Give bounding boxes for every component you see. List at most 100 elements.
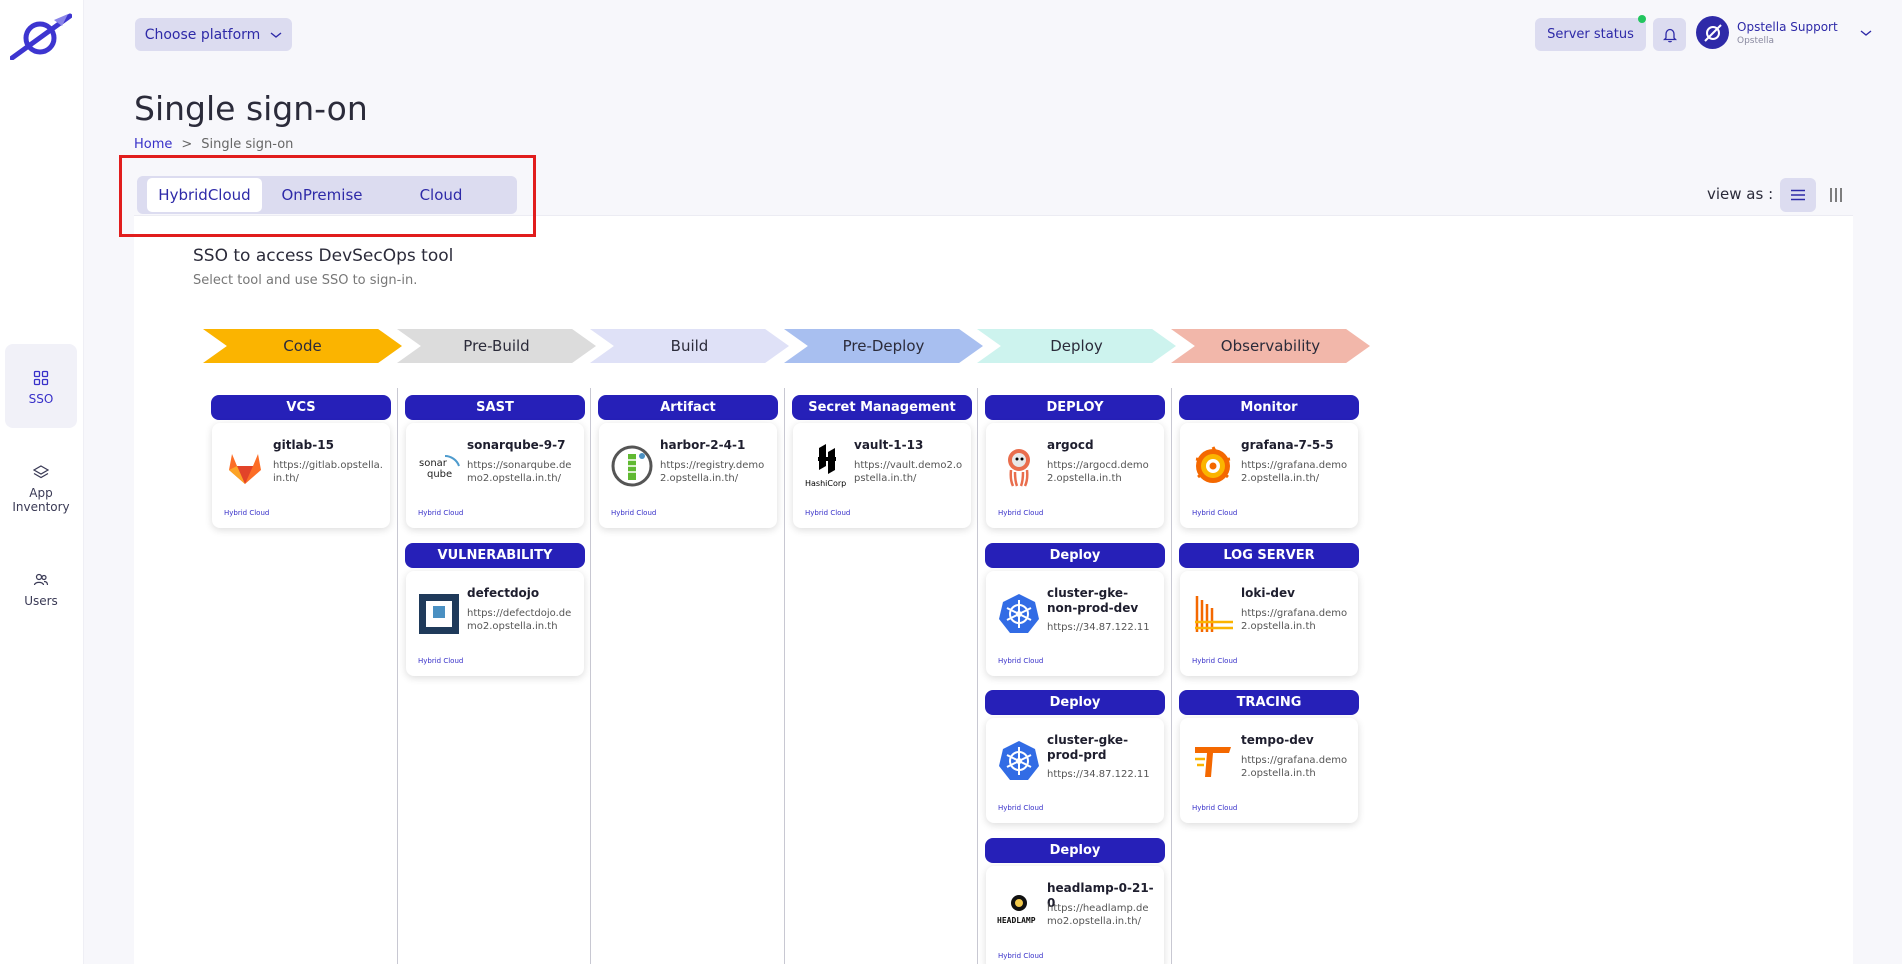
tool-name: vault-1-13 bbox=[854, 438, 924, 452]
column-divider bbox=[590, 388, 591, 964]
choose-platform-label: Choose platform bbox=[144, 26, 261, 43]
tool-url: https://grafana.demo2.opstella.in.th bbox=[1241, 608, 1348, 632]
tool-url: https://grafana.demo2.opstella.in.th bbox=[1241, 755, 1348, 779]
stage-code: Code bbox=[203, 329, 402, 363]
category-deploy: Deploy bbox=[985, 838, 1165, 863]
tool-card-loki[interactable]: loki-dev https://grafana.demo2.opstella.… bbox=[1180, 571, 1358, 676]
tool-url: https://sonarqube.demo2.opstella.in.th/ bbox=[467, 460, 572, 484]
tool-url: https://34.87.122.11 bbox=[1047, 622, 1150, 633]
breadcrumb: Home > Single sign-on bbox=[134, 137, 293, 152]
sidebar-item-label: App Inventory bbox=[12, 486, 70, 514]
tool-name: grafana-7-5-5 bbox=[1241, 438, 1334, 452]
breadcrumb-home-link[interactable]: Home bbox=[134, 137, 172, 152]
sidebar-item-users[interactable]: Users bbox=[5, 572, 77, 612]
category-deploy: Deploy bbox=[985, 543, 1165, 568]
tool-env-badge: Hybrid Cloud bbox=[418, 657, 464, 665]
tool-env-badge: Hybrid Cloud bbox=[611, 509, 657, 517]
kubernetes-icon bbox=[996, 738, 1042, 784]
tool-url: https://grafana.demo2.opstella.in.th/ bbox=[1241, 460, 1348, 484]
tool-card-tempo[interactable]: tempo-dev https://grafana.demo2.opstella… bbox=[1180, 718, 1358, 823]
choose-platform-dropdown[interactable]: Choose platform bbox=[135, 18, 292, 51]
stage-label: Pre-Deploy bbox=[842, 337, 925, 355]
tool-card-headlamp[interactable]: HEADLAMP headlamp-0-21-0 https://headlam… bbox=[986, 866, 1164, 964]
hashicorp-icon: HashiCorp bbox=[803, 443, 849, 489]
tool-env-badge: Hybrid Cloud bbox=[1192, 657, 1238, 665]
tool-card-gitlab[interactable]: gitlab-15 https://gitlab.opstella.in.th/… bbox=[212, 423, 390, 528]
chevron-down-icon bbox=[1860, 29, 1872, 36]
tool-card-cluster-gke-prod-prd[interactable]: cluster-gke-prod-prd https://34.87.122.1… bbox=[986, 718, 1164, 823]
stage-label: Pre-Build bbox=[463, 337, 530, 355]
tool-name: harbor-2-4-1 bbox=[660, 438, 746, 452]
avatar bbox=[1696, 16, 1729, 49]
tool-url: https://vault.demo2.opstella.in.th/ bbox=[854, 460, 963, 484]
stage-pre-build: Pre-Build bbox=[397, 329, 596, 363]
tool-url: https://registry.demo2.opstella.in.th/ bbox=[660, 460, 765, 484]
category-secret-management: Secret Management bbox=[792, 395, 972, 420]
sidebar-item-sso[interactable]: SSO bbox=[5, 344, 77, 428]
tool-env-badge: Hybrid Cloud bbox=[805, 509, 851, 517]
category-monitor: Monitor bbox=[1179, 395, 1359, 420]
stage-label: Build bbox=[670, 337, 709, 355]
loki-icon bbox=[1190, 591, 1236, 637]
sidebar-item-label: Users bbox=[24, 594, 58, 608]
sonarqube-icon: sonar qube bbox=[416, 443, 462, 489]
list-icon bbox=[1791, 189, 1805, 201]
tool-card-defectdojo[interactable]: defectdojo https://defectdojo.demo2.opst… bbox=[406, 571, 584, 676]
category-tracing: TRACING bbox=[1179, 690, 1359, 715]
category-deploy: Deploy bbox=[985, 690, 1165, 715]
notifications-button[interactable] bbox=[1653, 18, 1686, 51]
column-divider bbox=[1171, 388, 1172, 964]
tool-name: cluster-gke-prod-prd bbox=[1047, 733, 1129, 762]
opstella-logo[interactable] bbox=[10, 12, 72, 60]
tool-card-grafana[interactable]: grafana-7-5-5 https://grafana.demo2.opst… bbox=[1180, 423, 1358, 528]
tool-card-vault[interactable]: HashiCorp vault-1-13 https://vault.demo2… bbox=[793, 423, 971, 528]
tool-env-badge: Hybrid Cloud bbox=[1192, 509, 1238, 517]
user-org: Opstella bbox=[1737, 35, 1775, 46]
server-status-indicator bbox=[1638, 15, 1646, 23]
tool-name: argocd bbox=[1047, 438, 1094, 452]
harbor-icon bbox=[609, 443, 655, 489]
stage-label: Deploy bbox=[1050, 337, 1103, 355]
tool-name: tempo-dev bbox=[1241, 733, 1314, 747]
stage-deploy: Deploy bbox=[977, 329, 1176, 363]
tool-name: defectdojo bbox=[467, 586, 540, 600]
sidebar: SSO App Inventory Users bbox=[0, 0, 84, 964]
tool-env-badge: Hybrid Cloud bbox=[418, 509, 464, 517]
panel-title: SSO to access DevSecOps tool bbox=[193, 246, 454, 266]
category-vulnerability: VULNERABILITY bbox=[405, 543, 585, 568]
stage-observability: Observability bbox=[1171, 329, 1370, 363]
stage-label: Observability bbox=[1220, 337, 1321, 355]
column-divider bbox=[977, 388, 978, 964]
grid-icon bbox=[33, 370, 49, 386]
tool-card-sonarqube[interactable]: sonar qube sonarqube-9-7 https://sonarqu… bbox=[406, 423, 584, 528]
view-as-label: view as : bbox=[1707, 185, 1774, 203]
server-status-label: Server status bbox=[1547, 27, 1634, 42]
panel-subtitle: Select tool and use SSO to sign-in. bbox=[193, 273, 418, 288]
tool-url: https://defectdojo.demo2.opstella.in.th bbox=[467, 608, 572, 632]
tool-url: https://argocd.demo2.opstella.in.th bbox=[1047, 460, 1149, 484]
tool-card-cluster-gke-non-prod-dev[interactable]: cluster-gke-non-prod-dev https://34.87.1… bbox=[986, 571, 1164, 676]
list-view-button[interactable] bbox=[1780, 178, 1816, 212]
tool-env-badge: Hybrid Cloud bbox=[998, 509, 1044, 517]
tool-env-badge: Hybrid Cloud bbox=[1192, 804, 1238, 812]
tool-name: cluster-gke-non-prod-dev bbox=[1047, 586, 1139, 615]
column-view-button[interactable] bbox=[1818, 178, 1854, 212]
opstella-avatar-icon bbox=[1703, 23, 1722, 42]
defectdojo-icon bbox=[416, 591, 462, 637]
column-divider bbox=[784, 388, 785, 964]
stage-label: Code bbox=[283, 337, 322, 355]
server-status-button[interactable]: Server status bbox=[1535, 18, 1646, 51]
tabs-highlight-box bbox=[119, 155, 536, 237]
tool-env-badge: Hybrid Cloud bbox=[224, 509, 270, 517]
tool-url: https://headlamp.demo2.opstella.in.th/ bbox=[1047, 903, 1149, 927]
tool-env-badge: Hybrid Cloud bbox=[998, 657, 1044, 665]
tool-url: https://34.87.122.11 bbox=[1047, 769, 1150, 780]
tool-card-harbor[interactable]: harbor-2-4-1 https://registry.demo2.opst… bbox=[599, 423, 777, 528]
tool-card-argocd[interactable]: argocd https://argocd.demo2.opstella.in.… bbox=[986, 423, 1164, 528]
sidebar-item-app-inventory[interactable]: App Inventory bbox=[5, 464, 77, 524]
kubernetes-icon bbox=[996, 591, 1042, 637]
user-menu[interactable]: Opstella Support Opstella bbox=[1696, 16, 1872, 49]
stage-pre-deploy: Pre-Deploy bbox=[784, 329, 983, 363]
svg-text:sonar: sonar bbox=[419, 458, 448, 469]
sidebar-item-label: SSO bbox=[28, 392, 54, 406]
